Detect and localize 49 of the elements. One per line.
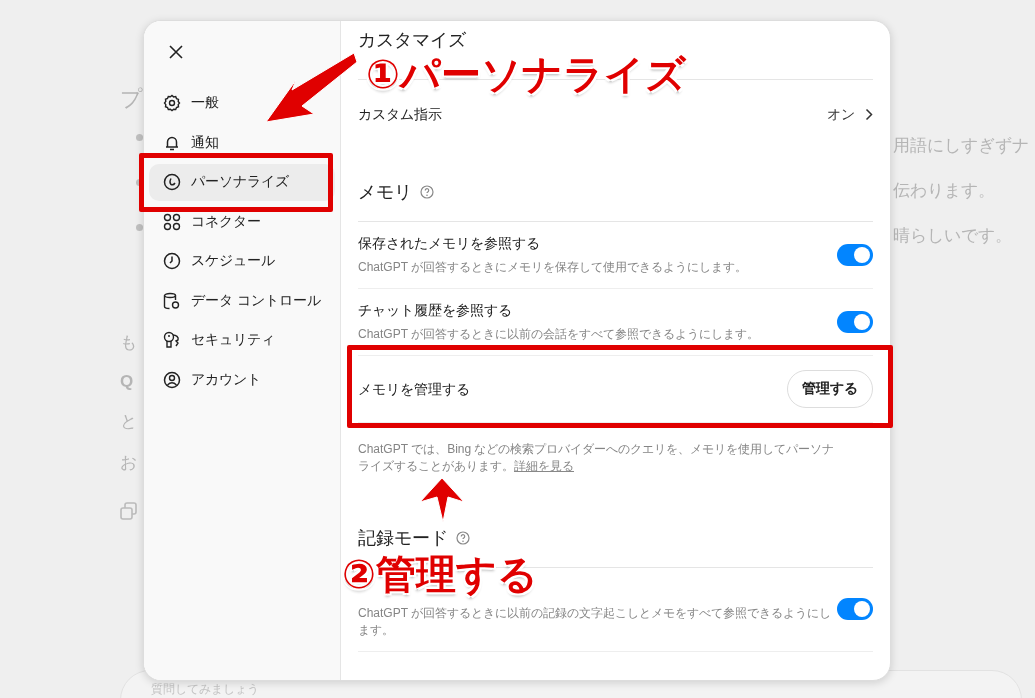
setting-value[interactable]: オン [827, 104, 855, 124]
annotation-arrow [418, 476, 466, 524]
clock-icon [163, 252, 181, 271]
help-icon[interactable] [420, 185, 434, 199]
setting-label: 保存されたメモリを参照する [358, 234, 541, 253]
copy-icon [120, 502, 138, 520]
manage-button[interactable]: 管理する [787, 370, 873, 408]
setting-description: ChatGPT が回答するときに以前の会話をすべて参照できるようにします。 [358, 326, 760, 343]
learn-more-link[interactable]: 詳細を見る [514, 459, 574, 473]
background-text: お [120, 452, 137, 474]
help-icon[interactable] [456, 531, 470, 545]
database-icon [163, 291, 181, 310]
callout-label: ①パーソナライズ [366, 52, 686, 96]
sidebar-item[interactable]: データ コントロール [149, 282, 335, 319]
bullet-dot [136, 134, 143, 141]
sidebar-item[interactable]: 一般 [149, 85, 335, 122]
toggle-switch[interactable] [837, 243, 873, 266]
section-title: 記録モード [358, 527, 448, 550]
toggle-switch[interactable] [837, 598, 873, 620]
background-text: も [120, 332, 137, 354]
chevron-icon[interactable] [865, 107, 873, 121]
sidebar-item[interactable]: 通知 [149, 124, 335, 161]
account-icon [163, 370, 181, 389]
setting-label: カスタム指示 [358, 105, 443, 124]
close-icon [169, 45, 183, 59]
circle-icon [163, 173, 181, 192]
background-text: 晴らしいです。 [893, 225, 1013, 247]
callout-label: ②管理する [342, 552, 538, 596]
sidebar-item[interactable]: パーソナライズ [149, 164, 335, 201]
toggle-switch[interactable] [837, 310, 873, 333]
setting-description: ChatGPT が回答するときに以前の記録の文字起こしとメモをすべて参照できるようにします。 [358, 605, 833, 639]
sidebar-item[interactable]: アカウント [149, 361, 335, 398]
connector-icon [163, 212, 181, 231]
background-text: 用語にしすぎずナ [893, 135, 1029, 157]
background-text: 伝わります。 [893, 180, 996, 202]
background-text: と [120, 411, 137, 433]
bullet-dot [136, 224, 143, 231]
section-title: メモリ [358, 181, 412, 204]
setting-label: チャット履歴を参照する [358, 301, 513, 320]
sidebar-item[interactable]: セキュリティ [149, 322, 335, 359]
background-text: Q [120, 372, 134, 392]
gear-icon [163, 94, 181, 113]
setting-description: ChatGPT が回答するときにメモリを保存して使用できるようにします。 [358, 259, 748, 276]
sidebar-item[interactable]: コネクター [149, 203, 335, 240]
key-icon [163, 331, 181, 350]
sidebar-item[interactable]: スケジュール [149, 243, 335, 280]
memory-note: ChatGPT では、Bing などの検索プロバイダーへのクエリを、メモリを使用してパーソナライズすることがあります。詳細を見る [358, 441, 836, 475]
background-text: プ [120, 85, 143, 113]
setting-label: メモリを管理する [358, 380, 470, 399]
